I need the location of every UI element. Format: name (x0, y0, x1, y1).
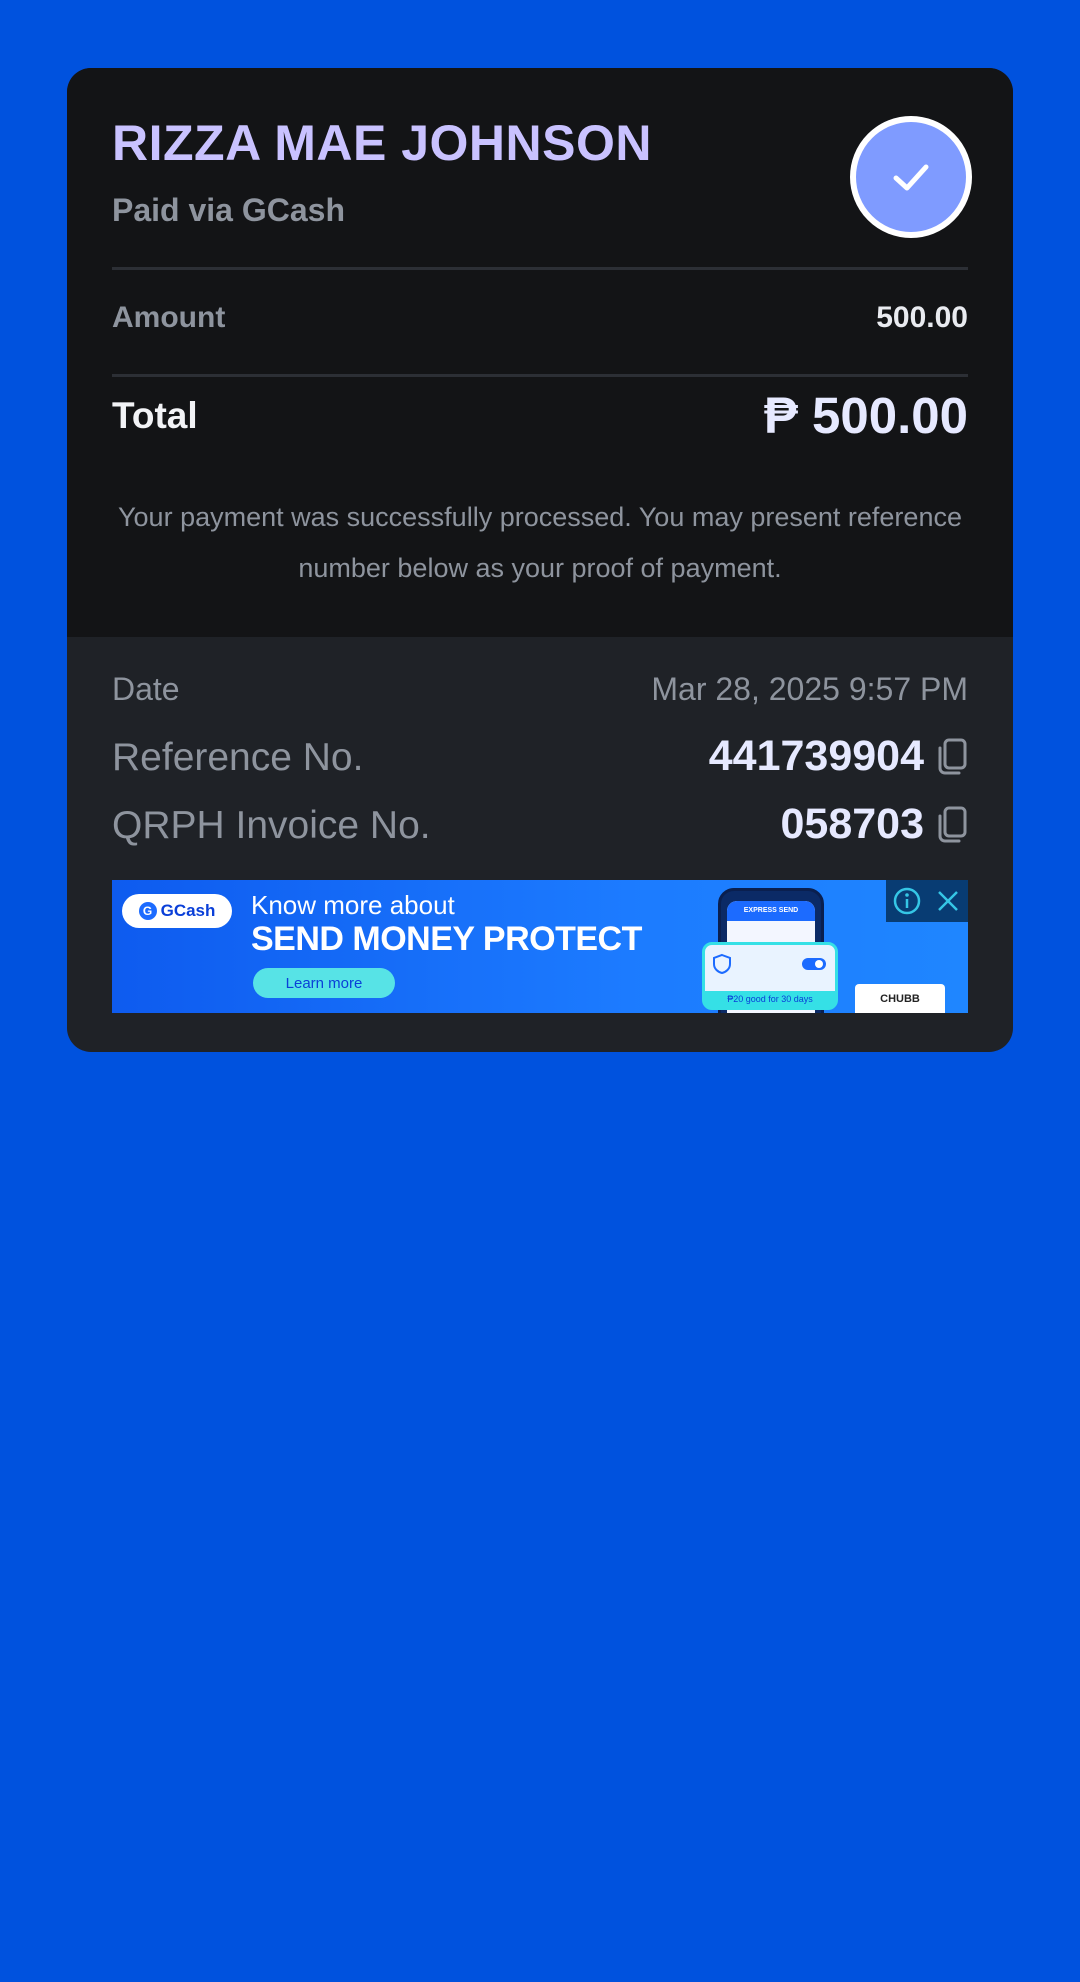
amount-value: 500.00 (876, 301, 968, 334)
partner-logo: CHUBB (855, 984, 945, 1013)
promo-card: ₱20 good for 30 days (702, 942, 838, 1010)
amount-label: Amount (112, 301, 226, 334)
merchant-name: RIZZA MAE JOHNSON (112, 115, 652, 171)
check-icon (893, 164, 929, 191)
copy-icon[interactable] (934, 738, 968, 776)
invoice-value: 058703 (780, 800, 925, 848)
learn-more-button[interactable]: Learn more (253, 968, 395, 998)
date-value: Mar 28, 2025 9:57 PM (651, 671, 968, 707)
gcash-logo: G GCash (122, 894, 232, 928)
divider (112, 374, 968, 377)
phone-header: EXPRESS SEND (727, 901, 815, 921)
date-label: Date (112, 671, 180, 707)
receipt-summary: RIZZA MAE JOHNSON Paid via GCash Amount … (67, 68, 1013, 637)
brand-name: GCash (160, 901, 216, 920)
ad-info-button[interactable] (886, 880, 927, 922)
toggle-icon (802, 958, 826, 970)
ad-banner[interactable]: G GCash Know more about SEND MONEY PROTE… (112, 880, 968, 1013)
success-message: Your payment was successfully processed.… (118, 502, 962, 583)
promo-footer: ₱20 good for 30 days (705, 991, 835, 1007)
reference-value: 441739904 (708, 732, 924, 780)
payment-method: Paid via GCash (112, 192, 345, 228)
success-badge (850, 116, 972, 238)
reference-label: Reference No. (112, 736, 364, 779)
info-icon (893, 887, 920, 915)
gcash-logo-icon: G (138, 902, 157, 920)
banner-title: SEND MONEY PROTECT (251, 920, 642, 958)
invoice-row: 058703 (781, 800, 969, 849)
total-label: Total (112, 395, 198, 436)
ad-close-button[interactable] (927, 880, 968, 922)
reference-row: 441739904 (709, 732, 968, 781)
invoice-label: QRPH Invoice No. (112, 804, 431, 847)
total-value: ₱ 500.00 (763, 387, 968, 444)
divider (112, 267, 968, 270)
close-icon (937, 891, 958, 911)
receipt-card: RIZZA MAE JOHNSON Paid via GCash Amount … (67, 68, 1013, 1052)
copy-icon[interactable] (934, 806, 968, 844)
banner-headline: Know more about (251, 890, 455, 920)
shield-icon (713, 953, 731, 975)
ad-controls (886, 880, 968, 922)
